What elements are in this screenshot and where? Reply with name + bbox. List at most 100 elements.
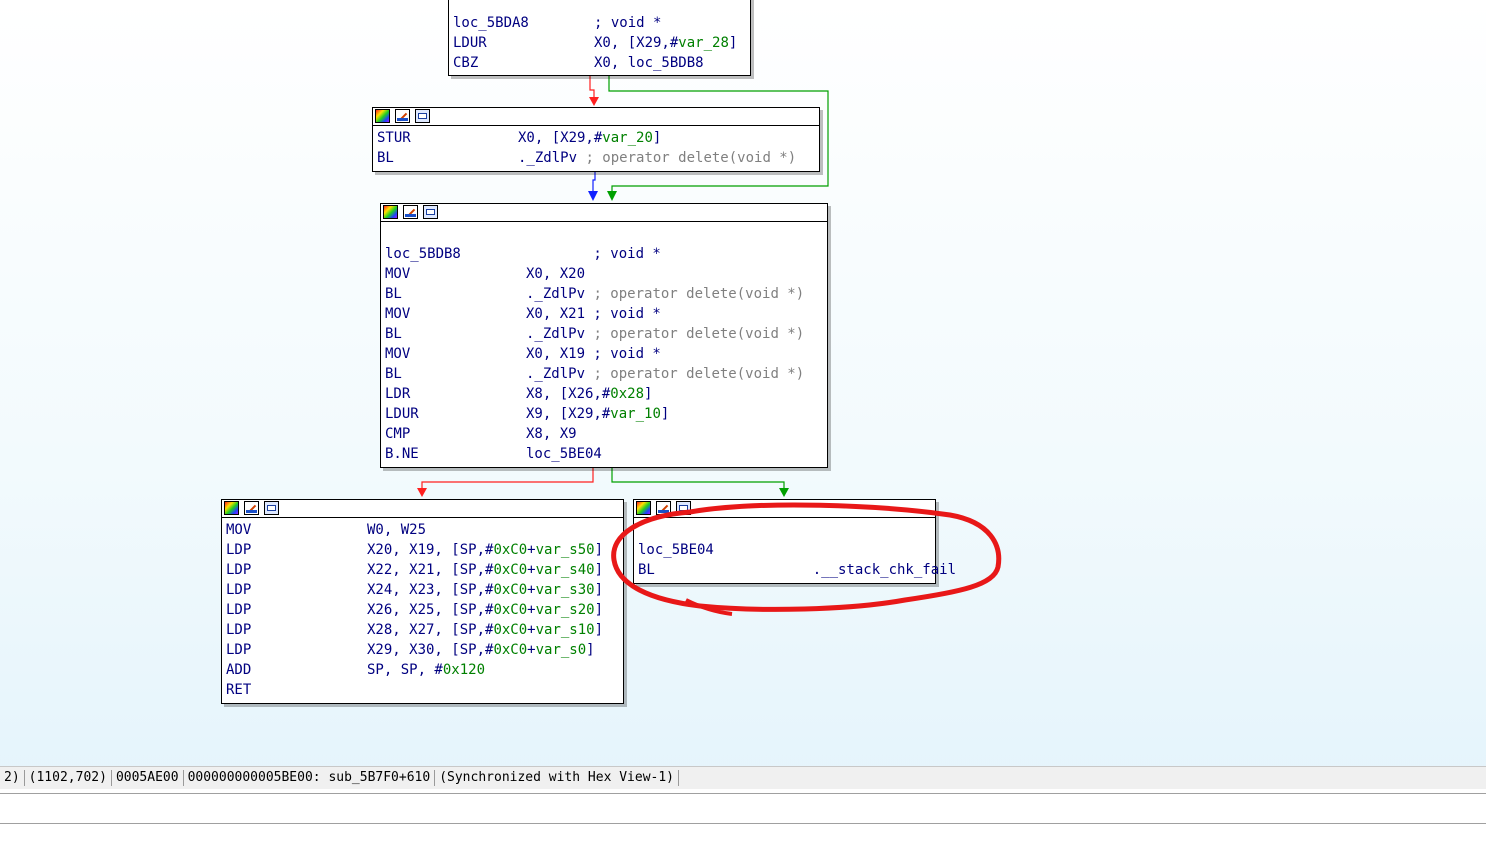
mnemonic[interactable]: loc_5BDA8 <box>453 13 529 33</box>
mnemonic[interactable]: MOV <box>226 520 251 540</box>
mnemonic[interactable]: BL <box>385 364 402 384</box>
mnemonic[interactable]: MOV <box>385 344 410 364</box>
code-block-loc_5BE04[interactable]: loc_5BE04 BL .__stack_chk_fail <box>633 499 956 584</box>
mnemonic[interactable]: loc_5BDB8 <box>385 244 461 264</box>
operands[interactable]: X26, X25, [SP,#0xC0+var_s20] <box>367 600 603 620</box>
instruction-row[interactable]: BL ._ZdlPv ; operator delete(void *) <box>383 364 825 384</box>
operands[interactable]: X0, X20 <box>526 264 585 284</box>
mnemonic[interactable]: LDP <box>226 640 251 660</box>
code-block-loc_5BDA8[interactable]: loc_5BDA8; void * LDUR X0, [X29,#var_28] CB… <box>448 0 751 76</box>
operands[interactable]: X24, X23, [SP,#0xC0+var_s30] <box>367 580 603 600</box>
mnemonic[interactable]: ADD <box>226 660 251 680</box>
graph-overview-icon[interactable] <box>676 501 691 515</box>
instruction-row[interactable]: LDR X8, [X26,#0x28] <box>383 384 825 404</box>
mnemonic[interactable]: BL <box>385 324 402 344</box>
instruction-row[interactable] <box>636 520 933 540</box>
operands[interactable]: X0, [X29,#var_28] <box>594 33 737 53</box>
mnemonic[interactable]: BL <box>385 284 402 304</box>
code-block-stur[interactable]: STUR X0, [X29,#var_20] BL ._ZdlPv ; operato… <box>372 107 820 172</box>
mnemonic[interactable]: RET <box>226 680 251 700</box>
edit-pencil-icon[interactable] <box>244 501 259 515</box>
operands[interactable]: X22, X21, [SP,#0xC0+var_s40] <box>367 560 603 580</box>
edit-pencil-icon[interactable] <box>403 205 418 219</box>
operands[interactable]: X29, X30, [SP,#0xC0+var_s0] <box>367 640 595 660</box>
operands[interactable]: X8, X9 <box>526 424 577 444</box>
operand-text: X8, [X26,# <box>526 386 611 402</box>
instruction-row[interactable]: B.NE loc_5BE04 <box>383 444 825 464</box>
instruction-row[interactable]: BL ._ZdlPv ; operator delete(void *) <box>383 324 825 344</box>
mnemonic[interactable]: LDP <box>226 540 251 560</box>
mnemonic[interactable]: CMP <box>385 424 410 444</box>
operands[interactable]: X0, X19 ; void * <box>526 344 661 364</box>
mnemonic[interactable]: LDP <box>226 620 251 640</box>
mnemonic[interactable]: STUR <box>377 128 411 148</box>
instruction-row[interactable]: LDP X28, X27, [SP,#0xC0+var_s10] <box>224 620 621 640</box>
operands[interactable]: X0, loc_5BDB8 <box>594 53 704 73</box>
mnemonic[interactable]: LDR <box>385 384 410 404</box>
color-palette-icon[interactable] <box>375 109 390 123</box>
graph-overview-icon[interactable] <box>423 205 438 219</box>
mnemonic[interactable]: LDP <box>226 580 251 600</box>
instruction-row[interactable]: LDUR X9, [X29,#var_10] <box>383 404 825 424</box>
operands[interactable]: ; void * <box>526 244 660 264</box>
code-block-loc_5BDB8[interactable]: loc_5BDB8 ; void * MOV X0, X20 BL ._ZdlPv ; … <box>380 203 828 468</box>
code-block-epilogue[interactable]: MOV W0, W25 LDP X20, X19, [SP,#0xC0+var_s50… <box>221 499 624 704</box>
color-palette-icon[interactable] <box>636 501 651 515</box>
mnemonic[interactable]: BL <box>377 148 394 168</box>
instruction-row[interactable]: loc_5BDA8 ; void * <box>451 13 748 33</box>
color-palette-icon[interactable] <box>383 205 398 219</box>
graph-overview-icon[interactable] <box>415 109 430 123</box>
operands[interactable]: ._ZdlPv ; operator delete(void *) <box>518 148 796 168</box>
instruction-row[interactable]: MOV X0, X20 <box>383 264 825 284</box>
instruction-row[interactable]: RET <box>224 680 621 700</box>
instruction-row[interactable]: MOV X0, X19 ; void * <box>383 344 825 364</box>
instruction-row[interactable]: loc_5BE04 <box>636 540 933 560</box>
instruction-row[interactable]: MOV X0, X21 ; void * <box>383 304 825 324</box>
operands[interactable]: SP, SP, #0x120 <box>367 660 485 680</box>
operands[interactable]: .__stack_chk_fail <box>779 560 956 580</box>
operands[interactable]: X8, [X26,#0x28] <box>526 384 652 404</box>
mnemonic[interactable]: LDP <box>226 600 251 620</box>
mnemonic[interactable]: loc_5BE04 <box>638 540 714 560</box>
instruction-row[interactable]: ADD SP, SP, #0x120 <box>224 660 621 680</box>
instruction-row[interactable]: loc_5BDB8 ; void * <box>383 244 825 264</box>
operands[interactable]: X20, X19, [SP,#0xC0+var_s50] <box>367 540 603 560</box>
mnemonic[interactable]: CBZ <box>453 53 478 73</box>
operands[interactable]: loc_5BE04 <box>526 444 602 464</box>
graph-view[interactable]: loc_5BDA8; void * LDUR X0, [X29,#var_28] CB… <box>0 0 1486 766</box>
mnemonic[interactable]: LDUR <box>385 404 419 424</box>
instruction-row[interactable]: LDUR X0, [X29,#var_28] <box>451 33 748 53</box>
instruction-row[interactable]: LDP X20, X19, [SP,#0xC0+var_s50] <box>224 540 621 560</box>
edit-pencil-icon[interactable] <box>395 109 410 123</box>
instruction-row[interactable]: LDP X22, X21, [SP,#0xC0+var_s40] <box>224 560 621 580</box>
graph-overview-icon[interactable] <box>264 501 279 515</box>
instruction-row[interactable]: LDP X24, X23, [SP,#0xC0+var_s30] <box>224 580 621 600</box>
operands[interactable]: X0, [X29,#var_20] <box>518 128 661 148</box>
instruction-row[interactable]: BL .__stack_chk_fail <box>636 560 956 580</box>
operands[interactable]: X0, X21 ; void * <box>526 304 661 324</box>
operands[interactable]: ._ZdlPv ; operator delete(void *) <box>526 364 804 384</box>
operands[interactable]: W0, W25 <box>367 520 426 540</box>
operands[interactable]: ._ZdlPv ; operator delete(void *) <box>526 324 804 344</box>
instruction-row[interactable]: BL ._ZdlPv ; operator delete(void *) <box>383 284 825 304</box>
edit-pencil-icon[interactable] <box>656 501 671 515</box>
instruction-row[interactable]: BL ._ZdlPv ; operator delete(void *) <box>375 148 817 168</box>
instruction-row[interactable] <box>383 224 825 244</box>
mnemonic[interactable]: MOV <box>385 264 410 284</box>
mnemonic[interactable]: MOV <box>385 304 410 324</box>
operands[interactable]: ._ZdlPv ; operator delete(void *) <box>526 284 804 304</box>
instruction-row[interactable]: CMP X8, X9 <box>383 424 825 444</box>
operands[interactable]: X9, [X29,#var_10] <box>526 404 669 424</box>
mnemonic[interactable]: BL <box>638 560 655 580</box>
instruction-row[interactable]: LDP X29, X30, [SP,#0xC0+var_s0] <box>224 640 621 660</box>
operands[interactable]: X28, X27, [SP,#0xC0+var_s10] <box>367 620 603 640</box>
color-palette-icon[interactable] <box>224 501 239 515</box>
instruction-row[interactable]: STUR X0, [X29,#var_20] <box>375 128 817 148</box>
mnemonic[interactable]: B.NE <box>385 444 419 464</box>
instruction-row[interactable]: MOV W0, W25 <box>224 520 621 540</box>
operands[interactable]: ; void * <box>594 13 661 33</box>
instruction-row[interactable]: CBZ X0, loc_5BDB8 <box>451 53 748 73</box>
mnemonic[interactable]: LDP <box>226 560 251 580</box>
instruction-row[interactable]: LDP X26, X25, [SP,#0xC0+var_s20] <box>224 600 621 620</box>
mnemonic[interactable]: LDUR <box>453 33 487 53</box>
